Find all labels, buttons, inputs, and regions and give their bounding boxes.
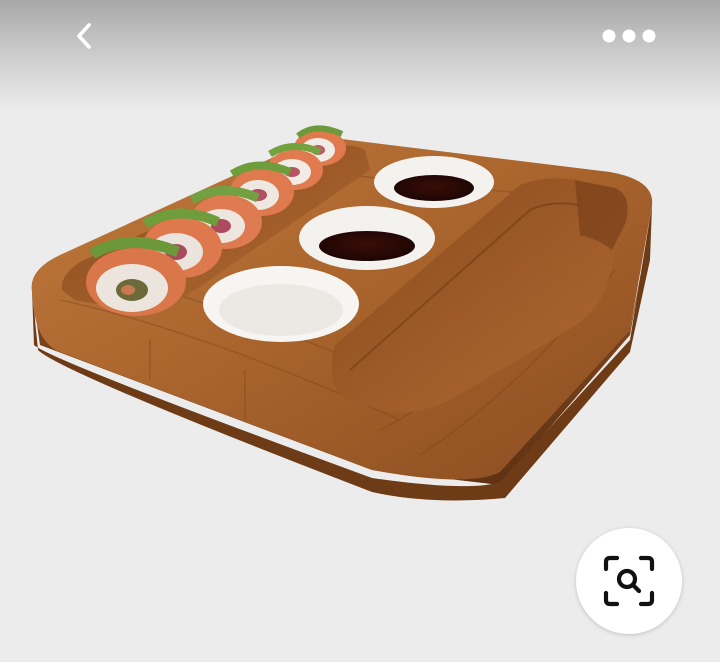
sauce-bowl-middle bbox=[299, 206, 435, 270]
top-bar bbox=[0, 0, 720, 110]
sauce-bowl-back bbox=[374, 156, 494, 208]
sauce-bowl-front bbox=[203, 266, 359, 342]
visual-search-icon bbox=[603, 555, 655, 607]
chevron-left-icon bbox=[77, 23, 91, 49]
more-options-button[interactable] bbox=[596, 18, 662, 54]
visual-search-button[interactable] bbox=[576, 528, 682, 634]
more-horizontal-icon bbox=[602, 29, 656, 43]
back-button[interactable] bbox=[62, 14, 106, 58]
